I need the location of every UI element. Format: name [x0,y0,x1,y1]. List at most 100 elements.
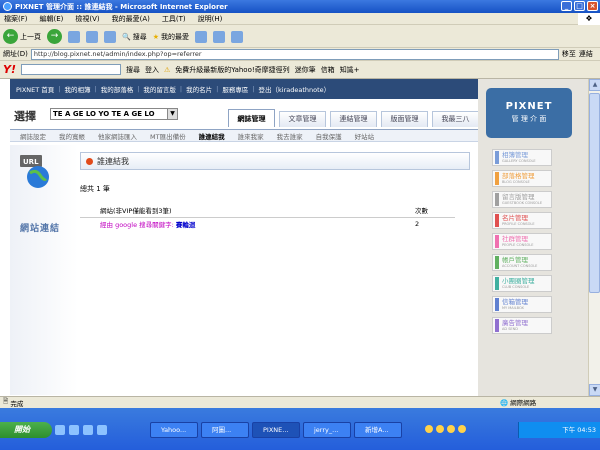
subnav-import[interactable]: 他家網誌匯入 [98,131,137,141]
subnav-good-sites[interactable]: 好站站 [355,131,375,141]
quicklaunch-media-icon[interactable] [83,425,93,435]
taskbar-item[interactable]: 新增A... [354,422,402,438]
tab-layout-manage[interactable]: 版面管理 [381,111,428,127]
yahoo-search-input[interactable] [20,64,121,75]
console-title: 小團圈管理 [502,277,535,285]
scroll-up-icon[interactable]: ▲ [589,79,600,91]
subnav-blog-settings[interactable]: 網誌設定 [20,131,46,141]
yahoo-mail-button[interactable]: 信箱 [321,65,335,75]
subnav-account[interactable]: 我的寬帳 [59,131,85,141]
start-button[interactable]: 開始 [0,422,52,438]
yahoo-login-button[interactable]: 登入 [145,65,159,75]
menu-tools[interactable]: 工具(T) [162,14,186,24]
yahoo-search-button[interactable]: 搜尋 [126,65,140,75]
media-icon[interactable] [195,30,207,43]
tab-misc[interactable]: 我最三八 [432,111,479,127]
stop-icon[interactable] [68,30,80,43]
scroll-down-icon[interactable]: ▼ [589,384,600,396]
maximize-button[interactable]: □ [574,1,585,11]
yahoo-knowledge-button[interactable]: 知識+ [340,65,360,75]
nav-guestbook[interactable]: 我的留言版 [143,84,176,94]
console-button[interactable]: 名片管理 PROFILE CONSOLE [492,212,552,229]
console-title: 留言版管理 [502,193,535,201]
tab-blog-manage[interactable]: 網誌管理 [228,109,275,127]
console-button[interactable]: 相簿管理 GALLERY CONSOLE [492,149,552,166]
menu-edit[interactable]: 編輯(E) [40,14,64,24]
vertical-scrollbar[interactable]: ▲ ▼ [588,79,600,396]
scroll-thumb[interactable] [589,93,600,293]
subnav-visitors[interactable]: 誰來我家 [238,131,264,141]
nav-service[interactable]: 服務專區 [222,84,248,94]
subnav-visited[interactable]: 我去誰家 [277,131,303,141]
subnav-protect[interactable]: 自我保護 [316,131,342,141]
favorites-button[interactable]: ★ 我的最愛 [153,32,189,42]
nav-home[interactable]: PIXNET 首頁 [16,84,54,94]
taskbar-item[interactable]: jerry_... [303,422,351,438]
refresh-icon[interactable] [86,30,98,43]
console-button[interactable]: 廣告管理 AD SEND [492,317,552,334]
nav-album[interactable]: 我的相簿 [65,84,91,94]
minimize-button[interactable]: _ [561,1,572,11]
url-globe-icon: URL [20,155,49,188]
console-button[interactable]: 信箱管理 MY MAILBOX [492,296,552,313]
console-list: 相簿管理 GALLERY CONSOLE 部落格管理 BLOG CONSOLE 留言版管… [492,149,552,338]
links-label[interactable]: 連結 [579,49,593,59]
quicklaunch-ie-icon[interactable] [55,425,65,435]
back-arrow-icon: ← [3,29,18,44]
referrer-prefix: 經由 google 搜尋關鍵字: [100,220,174,229]
mail-icon[interactable] [213,30,225,43]
address-input[interactable]: http://blog.pixnet.net/admin/index.php?o… [30,48,559,60]
go-button[interactable]: 移至 [562,49,576,59]
tray-icon[interactable] [425,425,433,433]
menu-favorites[interactable]: 我的最愛(A) [112,14,150,24]
tray-icons [425,425,466,433]
console-button[interactable]: 部落格管理 BLOG CONSOLE [492,170,552,187]
tab-article-manage[interactable]: 文章管理 [279,111,326,127]
print-icon[interactable] [231,30,243,43]
console-subtitle: GALLERY CONSOLE [502,159,536,163]
close-button[interactable]: × [587,1,598,11]
menu-help[interactable]: 說明(H) [198,14,223,24]
nav-profile[interactable]: 我的名片 [186,84,212,94]
pixnet-navbar: PIXNET 首頁 | 我的相簿 | 我的部落格 | 我的留言版 | 我的名片 | 服務專… [10,79,478,99]
subnav-referrer[interactable]: 誰連結我 [199,131,225,141]
quicklaunch-mail-icon[interactable] [97,425,107,435]
referrer-link[interactable]: 經由 google 搜尋關鍵字: 賽輪迴 [80,217,415,230]
taskbar-item[interactable]: Yahoo... [150,422,198,438]
status-text: 完成 [10,399,24,408]
tab-link-manage[interactable]: 連結管理 [330,111,377,127]
menu-view[interactable]: 檢視(V) [75,14,99,24]
tray-icon[interactable] [447,425,455,433]
console-color-bar [495,256,499,269]
menu-file[interactable]: 檔案(F) [4,14,28,24]
tab-bar: 網誌管理 文章管理 連結管理 版面管理 我最三八 [228,109,479,127]
forward-arrow-icon[interactable]: → [47,29,62,44]
yahoo-messenger-button[interactable]: 迷你筆 [295,65,316,75]
pixnet-logo[interactable]: PIXNET 管 理 介 面 [486,88,572,138]
home-icon[interactable] [104,30,116,43]
window-titlebar[interactable]: PIXNET 管理介面 :: 誰連結我 - Microsoft Internet… [0,0,600,13]
console-button[interactable]: 小團圈管理 CLUB CONSOLE [492,275,552,292]
system-clock[interactable]: 下午 04:53 [518,422,600,438]
console-button[interactable]: 留言版管理 GUESTBOOK CONSOLE [492,191,552,208]
nav-logout[interactable]: 登出（kiradeathnote） [259,84,331,94]
panel-header: 誰連結我 [80,152,470,170]
console-subtitle: MY MAILBOX [502,306,524,310]
tray-icon[interactable] [458,425,466,433]
search-button[interactable]: 🔍 搜尋 [122,32,147,42]
address-bar: 網址(D) http://blog.pixnet.net/admin/index… [0,48,600,61]
taskbar-item[interactable]: 阿圖... [201,422,249,438]
yahoo-logo[interactable]: Y! [3,63,16,76]
quicklaunch-desktop-icon[interactable] [69,425,79,435]
referrer-keyword[interactable]: 賽輪迴 [176,221,196,229]
taskbar-item[interactable]: PIXNE... [252,422,300,438]
console-button[interactable]: 社群管理 PEOPLE CONSOLE [492,233,552,250]
subnav-export[interactable]: MT匯出備份 [150,131,186,141]
yahoo-upgrade-link[interactable]: 免費升級最新版的Yahoo!奇摩捷徑列 [175,65,289,75]
ie-icon [3,2,12,11]
nav-blog[interactable]: 我的部落格 [101,84,134,94]
blog-select[interactable]: TE A GE LO YO TE A GE LO ▼ [50,108,178,120]
tray-icon[interactable] [436,425,444,433]
console-button[interactable]: 帳戶管理 ACCOUNT CONSOLE [492,254,552,271]
back-button[interactable]: ← 上一頁 [3,29,41,44]
